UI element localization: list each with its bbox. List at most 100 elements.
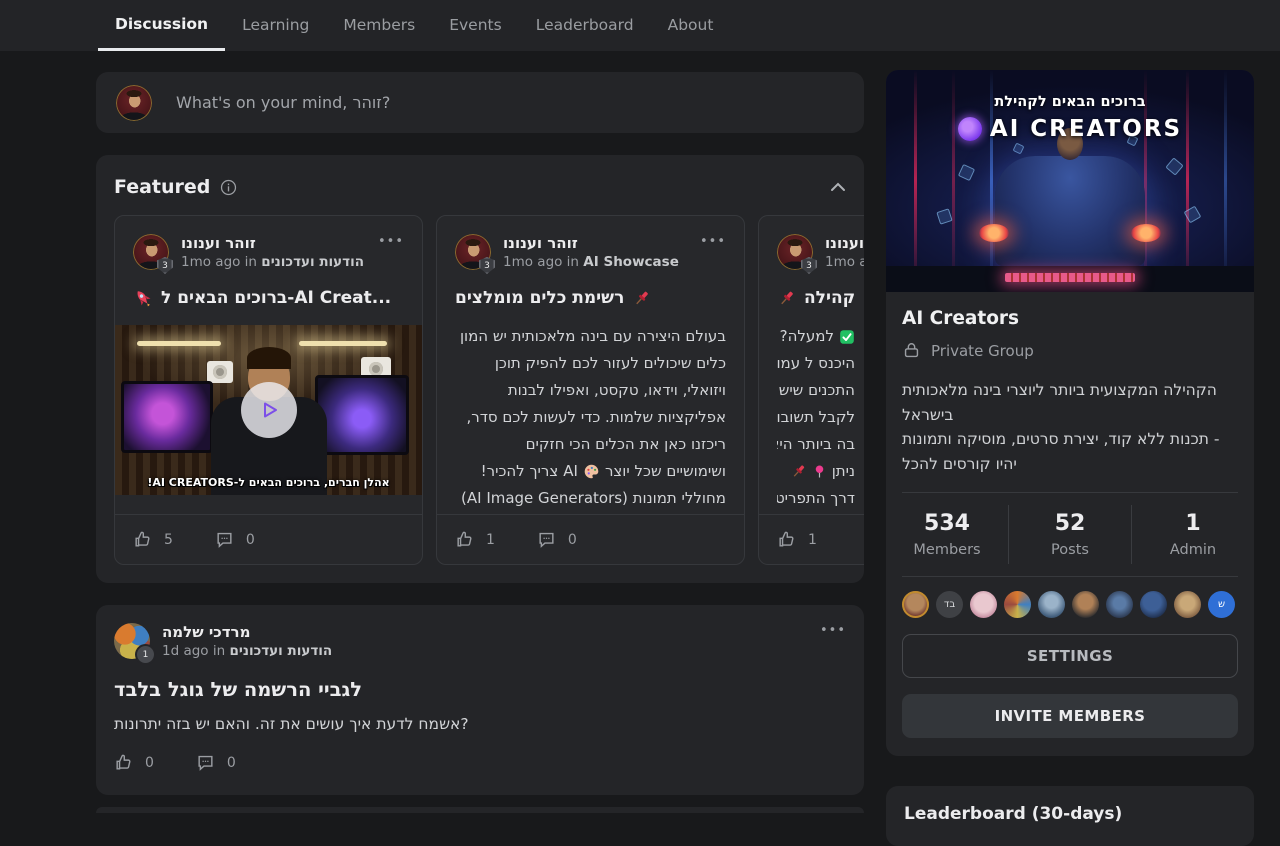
- sidebar: ברוכים הבאים לקהילת AI CREATORS AI Creat…: [886, 70, 1254, 846]
- like-button[interactable]: 5: [133, 530, 173, 549]
- post-meta: 1mo ago in AI Showcase: [503, 253, 679, 271]
- main-column: What's on your mind, זוהר? Featured 3 זו…: [96, 72, 864, 813]
- rocket-emoji: [133, 288, 153, 308]
- invite-members-button[interactable]: INVITE MEMBERS: [902, 694, 1238, 738]
- author-avatar: 1: [114, 623, 150, 659]
- tab-members[interactable]: Members: [326, 0, 432, 51]
- group-description: הקהילה המקצועית ביותר ליוצרי בינה מלאכות…: [902, 378, 1238, 476]
- category-link: הודעות ועדכונים: [261, 254, 364, 270]
- level-badge: 1: [137, 646, 154, 663]
- led-light: [299, 341, 387, 346]
- group-name: AI Creators: [902, 308, 1238, 329]
- like-button[interactable]: 1: [777, 530, 817, 549]
- comment-count: 0: [227, 755, 236, 771]
- leaderboard-card: Leaderboard (30-days): [886, 786, 1254, 846]
- author-avatar: 3: [455, 234, 491, 270]
- member-avatar[interactable]: ש: [1208, 591, 1235, 618]
- video-thumbnail[interactable]: אהלן חברים, ברוכים הבאים ל-AI CREATORS!: [115, 325, 422, 495]
- post-title: לגביי הרשמה של גוגל בלבד: [114, 678, 846, 701]
- post-meta: 1mo ago in הודעות ועדכונים: [181, 253, 364, 271]
- more-options-icon[interactable]: [700, 234, 726, 249]
- member-avatar[interactable]: [1038, 591, 1065, 618]
- member-avatar[interactable]: [1174, 591, 1201, 618]
- post-google-signup[interactable]: 1 מרדכי שלמה 1d ago in הודעות ועדכונים ל…: [96, 605, 864, 795]
- glowing-keyboard: [1005, 273, 1135, 282]
- author-avatar: 3: [777, 234, 813, 270]
- post-body: למעלה? היכנס ל עמוד התכנים שיש לקבל תשוב…: [777, 323, 855, 512]
- featured-title: Featured: [114, 176, 210, 198]
- level-badge: 3: [479, 257, 495, 274]
- featured-section: Featured 3 זוהר וענונו 1mo ago in הודעות…: [96, 155, 864, 583]
- member-avatar[interactable]: [1106, 591, 1133, 618]
- led-light: [137, 341, 221, 346]
- member-avatar[interactable]: [970, 591, 997, 618]
- like-count: 0: [145, 755, 154, 771]
- comment-button[interactable]: 0: [537, 530, 577, 549]
- monitor-screen: [315, 375, 409, 455]
- member-avatars-row: בד ש: [886, 577, 1254, 618]
- pushpin-emoji: [777, 289, 796, 308]
- pushpin-emoji: [632, 289, 651, 308]
- lock-icon: [902, 341, 921, 360]
- like-count: 1: [486, 532, 495, 548]
- group-cover-image: ברוכים הבאים לקהילת AI CREATORS: [886, 70, 1254, 292]
- video-caption: אהלן חברים, ברוכים הבאים ל-AI CREATORS!: [115, 476, 422, 489]
- comment-count: 0: [246, 532, 255, 548]
- like-count: 1: [808, 532, 817, 548]
- info-icon[interactable]: [220, 179, 237, 196]
- chevron-up-icon[interactable]: [830, 182, 846, 192]
- pushpin-emoji: [790, 463, 807, 480]
- presenter-hair: [247, 347, 291, 369]
- top-nav: Discussion Learning Members Events Leade…: [0, 0, 1280, 51]
- featured-cards-row: 3 זוהר וענונו 1mo ago in הודעות ועדכונים…: [114, 215, 864, 565]
- author-name: זוהר וענונו: [181, 234, 364, 253]
- comment-button[interactable]: 0: [196, 753, 236, 772]
- category-link: AI Showcase: [583, 254, 679, 270]
- tab-learning[interactable]: Learning: [225, 0, 326, 51]
- stat-admins: 1 Admin: [1131, 505, 1254, 564]
- post-title: ברוכים הבאים ל-AI Creat...: [161, 288, 391, 308]
- tab-leaderboard[interactable]: Leaderboard: [519, 0, 651, 51]
- cover-welcome-text: ברוכים הבאים לקהילת: [886, 94, 1254, 110]
- member-avatar[interactable]: [1004, 591, 1031, 618]
- post-meta: 1d ago in הודעות ועדכונים: [162, 642, 332, 660]
- leaderboard-title: Leaderboard (30-days): [904, 804, 1236, 824]
- post-title: רשימת כלים מומלצים: [455, 288, 624, 308]
- composer-prompt: What's on your mind, זוהר?: [176, 93, 390, 112]
- category-link: הודעות ועדכונים: [229, 643, 332, 659]
- post-title: קהילה: [804, 288, 855, 308]
- stat-posts: 52 Posts: [1008, 505, 1131, 564]
- next-post-card-edge: [96, 807, 864, 813]
- post-body: בעולם היצירה עם בינה מלאכותית יש המון כל…: [455, 323, 726, 512]
- cover-figure: [985, 128, 1155, 268]
- current-user-avatar: [116, 85, 152, 121]
- cover-group-name: AI CREATORS: [990, 116, 1182, 142]
- more-options-icon[interactable]: [820, 623, 846, 638]
- privacy-label: Private Group: [931, 342, 1034, 360]
- like-button[interactable]: 1: [455, 530, 495, 549]
- group-card: ברוכים הבאים לקהילת AI CREATORS AI Creat…: [886, 70, 1254, 756]
- post-body: אשמח לדעת איך עושים את זה. והאם יש בזה י…: [114, 715, 846, 733]
- author-name: מרדכי שלמה: [162, 623, 332, 642]
- comment-count: 0: [568, 532, 577, 548]
- tab-discussion[interactable]: Discussion: [98, 0, 225, 51]
- member-avatar[interactable]: [1140, 591, 1167, 618]
- level-badge: 3: [157, 257, 173, 274]
- member-avatar[interactable]: [902, 591, 929, 618]
- comment-button[interactable]: 0: [215, 530, 255, 549]
- featured-card-community[interactable]: 3 זוהר וענונו 1mo ago in קהילה למעלה?: [758, 215, 864, 565]
- featured-card-tools[interactable]: 3 זוהר וענונו 1mo ago in AI Showcase רשי…: [436, 215, 745, 565]
- member-avatar[interactable]: [1072, 591, 1099, 618]
- like-button[interactable]: 0: [114, 753, 154, 772]
- member-avatar[interactable]: בד: [936, 591, 963, 618]
- more-options-icon[interactable]: [378, 234, 404, 249]
- post-composer[interactable]: What's on your mind, זוהר?: [96, 72, 864, 133]
- featured-card-welcome[interactable]: 3 זוהר וענונו 1mo ago in הודעות ועדכונים…: [114, 215, 423, 565]
- settings-button[interactable]: SETTINGS: [902, 634, 1238, 678]
- tab-about[interactable]: About: [651, 0, 731, 51]
- speaker: [207, 361, 233, 383]
- tab-events[interactable]: Events: [432, 0, 518, 51]
- author-name: זוהר וענונו: [825, 234, 864, 253]
- play-button[interactable]: [241, 382, 297, 438]
- level-badge: 3: [801, 257, 817, 274]
